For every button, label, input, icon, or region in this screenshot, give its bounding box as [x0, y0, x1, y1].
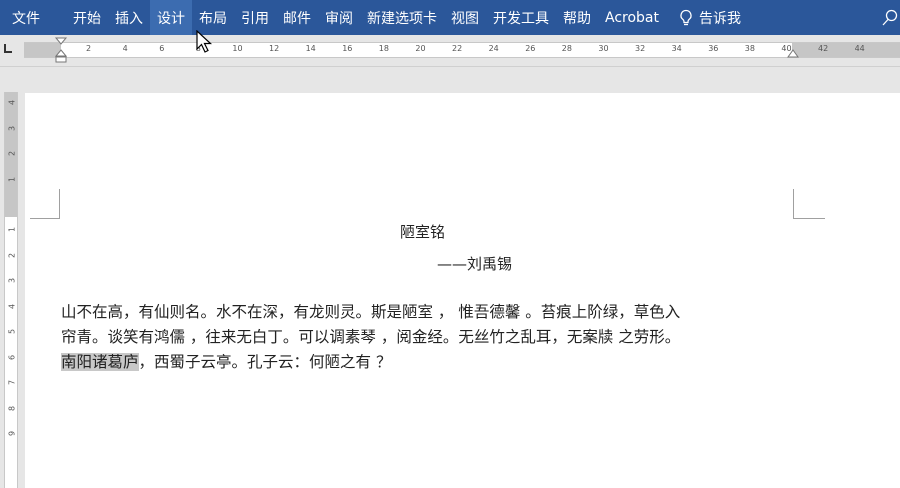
- right-indent-marker-icon[interactable]: [787, 49, 799, 59]
- tab-help[interactable]: 帮助: [556, 0, 598, 35]
- first-line-indent-marker-icon[interactable]: [54, 37, 68, 63]
- tab-stop-selector-icon[interactable]: [3, 43, 13, 55]
- body-line-2: 帘青。谈笑有鸿儒 ，往来无白丁。可以调素琴 ，阅金经。无丝竹之乱耳，无案牍 之劳…: [61, 328, 681, 346]
- ribbon-tab-bar: 文件 开始 插入 设计 布局 引用 邮件 审阅 新建选项卡 视图 开发工具 帮助…: [0, 0, 900, 35]
- document-author: ——刘禹锡: [437, 255, 513, 273]
- vertical-ruler-number: 8: [7, 405, 17, 411]
- tab-acrobat[interactable]: Acrobat: [598, 0, 666, 35]
- body-line-3-rest: ，西蜀子云亭。孔子云：何陋之有 ？: [138, 353, 392, 371]
- ruler-number: 18: [378, 44, 389, 53]
- ruler-number: 20: [415, 44, 426, 53]
- ruler-number: 42: [818, 44, 829, 53]
- vertical-ruler-number: 6: [7, 354, 17, 360]
- tab-developer[interactable]: 开发工具: [486, 0, 556, 35]
- search-icon[interactable]: [882, 9, 898, 27]
- tab-references[interactable]: 引用: [234, 0, 276, 35]
- vertical-ruler-number: 4: [7, 99, 17, 106]
- vertical-ruler-number: 7: [7, 379, 17, 386]
- vertical-ruler-number: 2: [7, 150, 17, 157]
- ruler-number: 38: [744, 44, 755, 53]
- vertical-ruler-number: 4: [7, 303, 17, 309]
- ruler-number: 32: [635, 44, 646, 53]
- tab-view[interactable]: 视图: [444, 0, 486, 35]
- ruler-number: 12: [269, 44, 280, 53]
- ruler-number: 24: [488, 44, 499, 53]
- ruler-number: 34: [671, 44, 682, 53]
- vertical-ruler[interactable]: 4 3 2 1 1 2 3 4 5 6 7 8 9: [4, 92, 18, 488]
- ruler-number: 2: [86, 44, 92, 53]
- lightbulb-icon: [680, 9, 692, 25]
- tell-me-label: 告诉我: [699, 10, 741, 27]
- ruler-number: 30: [598, 44, 609, 53]
- horizontal-ruler-area: 2 4 6 8 10 12 14 16 18 20 22 24 26 28 30 32 34 36 38 40 42 44: [0, 35, 900, 67]
- ruler-number: 6: [159, 44, 165, 53]
- document-title: 陋室铭: [400, 223, 446, 241]
- tell-me-search[interactable]: 告诉我: [666, 0, 748, 35]
- ruler-number: 10: [232, 44, 243, 53]
- document-page[interactable]: 陋室铭 ——刘禹锡 山不在高，有仙则名。水不在深，有龙则灵。斯是陋室 ， 惟吾德…: [25, 93, 900, 488]
- vertical-ruler-area: 4 3 2 1 1 2 3 4 5 6 7 8 9: [0, 92, 22, 488]
- ruler-number: 4: [122, 44, 128, 53]
- ruler-number: 16: [342, 44, 353, 53]
- tab-file[interactable]: 文件: [0, 0, 52, 35]
- document-body: 山不在高，有仙则名。水不在深，有龙则灵。斯是陋室 ， 惟吾德馨 。苔痕上阶绿，草…: [61, 300, 821, 375]
- ruler-number: 28: [561, 44, 572, 53]
- tab-layout[interactable]: 布局: [192, 0, 234, 35]
- tab-insert[interactable]: 插入: [108, 0, 150, 35]
- crop-mark-top-left: [30, 189, 60, 219]
- crop-mark-top-right: [793, 189, 825, 219]
- vertical-ruler-number: 3: [7, 277, 17, 284]
- tab-review[interactable]: 审阅: [318, 0, 360, 35]
- vertical-ruler-number: 5: [7, 328, 17, 335]
- body-line-1: 山不在高，有仙则名。水不在深，有龙则灵。斯是陋室 ， 惟吾德馨 。苔痕上阶绿，草…: [61, 303, 681, 321]
- selected-text[interactable]: 南阳诸葛庐: [61, 353, 139, 371]
- ruler-number: 26: [525, 44, 536, 53]
- tab-new-tab[interactable]: 新建选项卡: [360, 0, 444, 35]
- vertical-ruler-number: 1: [7, 226, 17, 233]
- ruler-numbers: 2 4 6 8 10 12 14 16 18 20 22 24 26 28 30 32 34 36 38 40 42 44: [24, 43, 900, 57]
- ruler-number: 22: [452, 44, 463, 53]
- ruler-number: 36: [708, 44, 719, 53]
- tab-mailings[interactable]: 邮件: [276, 0, 318, 35]
- vertical-ruler-number: 9: [7, 430, 17, 437]
- ruler-number: 14: [305, 44, 316, 53]
- body-line-3: 南阳诸葛庐，西蜀子云亭。孔子云：何陋之有 ？: [61, 350, 821, 375]
- tab-home[interactable]: 开始: [66, 0, 108, 35]
- ruler-number: 44: [854, 44, 865, 53]
- ruler-number: 8: [195, 44, 201, 53]
- vertical-ruler-number: 1: [7, 176, 17, 182]
- vertical-ruler-number: 3: [7, 125, 17, 131]
- tab-design[interactable]: 设计: [150, 0, 192, 35]
- vertical-ruler-number: 2: [7, 252, 17, 258]
- horizontal-ruler[interactable]: 2 4 6 8 10 12 14 16 18 20 22 24 26 28 30 32 34 36 38 40 42 44: [24, 37, 900, 63]
